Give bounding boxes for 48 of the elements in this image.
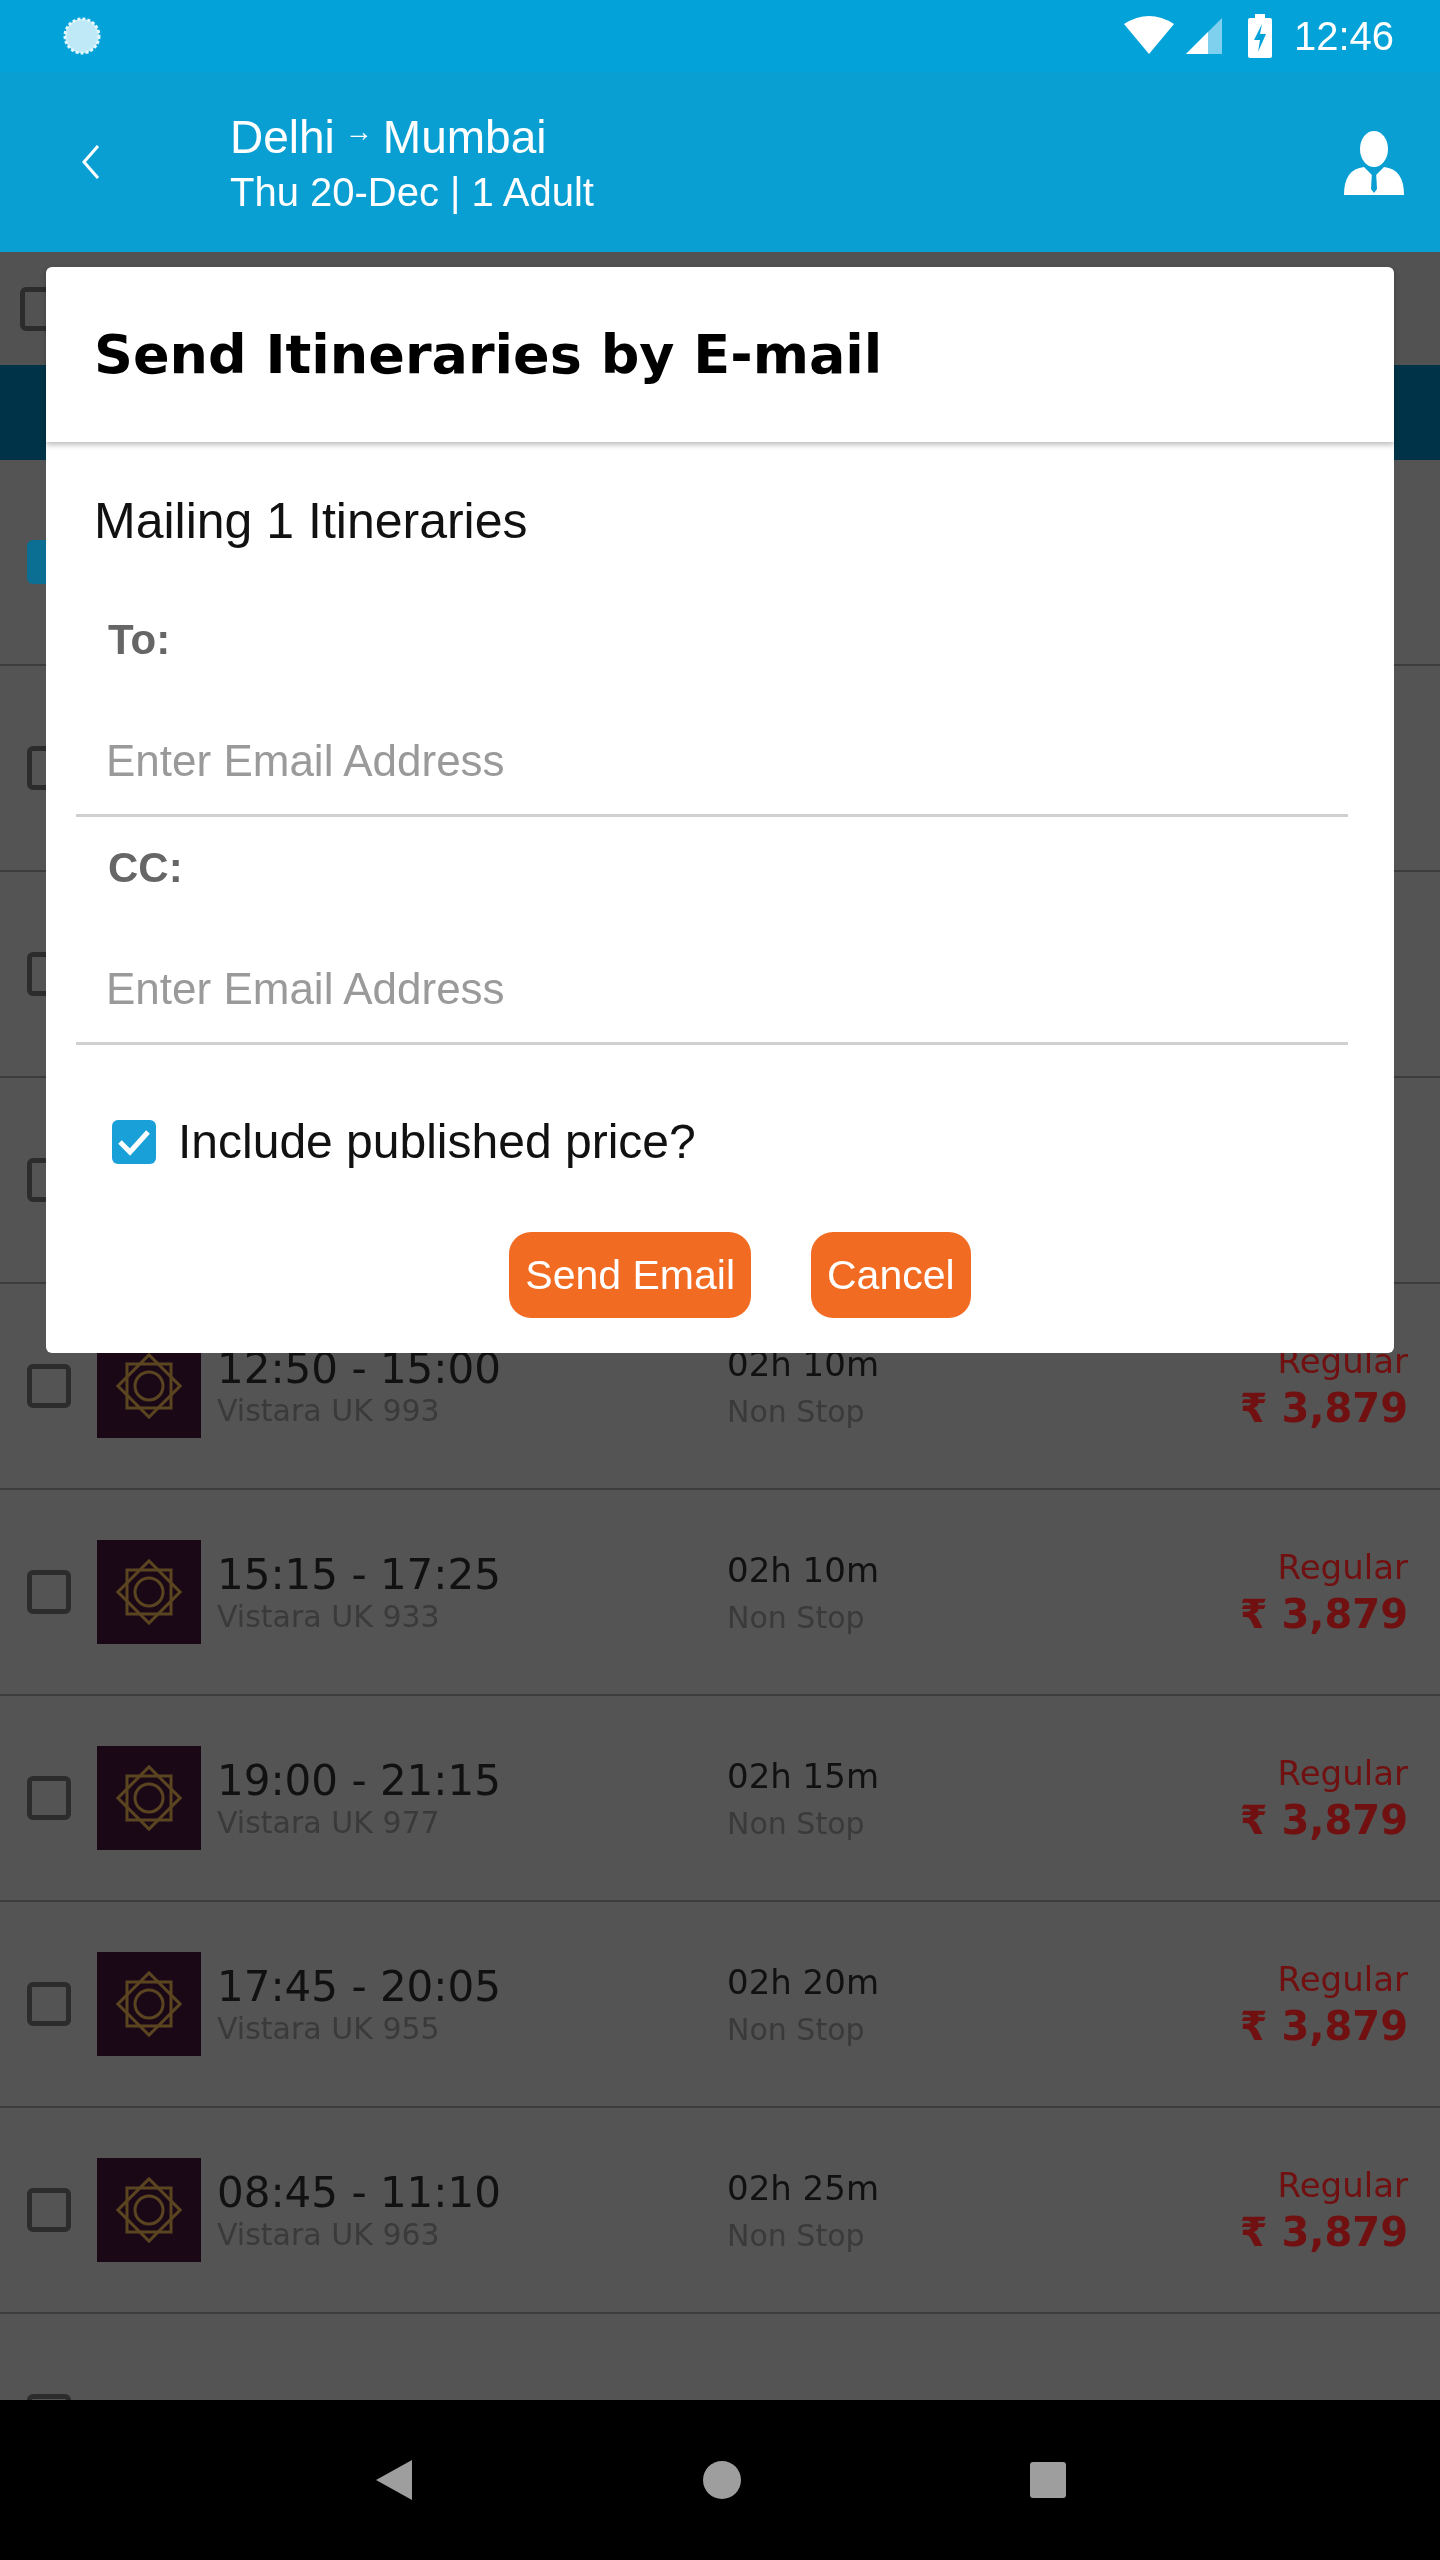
star-logo-icon <box>97 2158 201 2262</box>
checkbox[interactable] <box>112 1119 156 1164</box>
fare-price: ₹ 3,879 <box>1239 1385 1408 1431</box>
wifi-icon <box>1123 16 1174 56</box>
checkbox[interactable] <box>27 1570 71 1614</box>
flight-times: 19:00 - 21:15 <box>217 1756 502 1805</box>
fare-price: ₹ 3,879 <box>1239 2209 1408 2255</box>
destination-city: Mumbai <box>382 109 547 164</box>
flight-times: 17:45 - 20:05 <box>217 1962 502 2011</box>
flight-duration: 02h 20m <box>727 1961 879 2002</box>
fare-price: ₹ 3,879 <box>1239 1591 1408 1637</box>
trip-details: Thu 20-Dec | 1 Adult <box>230 169 594 215</box>
checkbox[interactable] <box>27 1982 71 2026</box>
clock-time: 12:46 <box>1293 13 1394 59</box>
home-nav-icon[interactable] <box>702 2460 742 2500</box>
route-arrow: → <box>344 115 373 148</box>
user-icon[interactable] <box>1342 129 1406 195</box>
back-nav-icon[interactable] <box>374 2458 414 2502</box>
flight-times: 15:15 - 17:25 <box>217 1550 502 1599</box>
star-logo-icon <box>97 1952 201 2056</box>
flight-duration: 02h 15m <box>727 1755 879 1796</box>
fare-type: Regular <box>1277 2165 1408 2205</box>
dialog-title: Send Itineraries by E-mail <box>94 323 883 386</box>
fare-type: Regular <box>1277 1959 1408 1999</box>
star-logo-icon <box>97 1540 201 1644</box>
flight-duration: 02h 10m <box>727 1549 879 1590</box>
field-label: CC: <box>108 844 184 892</box>
checkbox-label: Include published price? <box>178 1114 696 1169</box>
flight-times: 12:50 - 15:00 <box>217 1344 502 1393</box>
fare-price: ₹ 3,879 <box>1239 1797 1408 1843</box>
fare-type: Regular <box>1277 1547 1408 1587</box>
star-logo-icon <box>97 1746 201 1850</box>
checkbox[interactable] <box>27 1776 71 1820</box>
cancel-button[interactable]: Cancel <box>811 1232 971 1318</box>
fare-price: ₹ 3,879 <box>1239 2003 1408 2049</box>
battery-icon <box>1247 14 1272 58</box>
back-icon[interactable] <box>80 142 102 182</box>
loading-icon <box>62 16 102 56</box>
fare-type: Regular <box>1277 1753 1408 1793</box>
checkbox[interactable] <box>27 2188 71 2232</box>
mailing-summary: Mailing 1 Itineraries <box>94 492 529 550</box>
recents-nav-icon[interactable] <box>1030 2462 1066 2498</box>
flight-duration: 02h 25m <box>727 2167 879 2208</box>
origin-city: Delhi <box>230 109 335 164</box>
send-email-button[interactable]: Send Email <box>509 1232 751 1318</box>
checkbox[interactable] <box>27 1364 71 1408</box>
field-label: To: <box>108 616 172 664</box>
flight-times: 08:45 - 11:10 <box>217 2168 502 2217</box>
